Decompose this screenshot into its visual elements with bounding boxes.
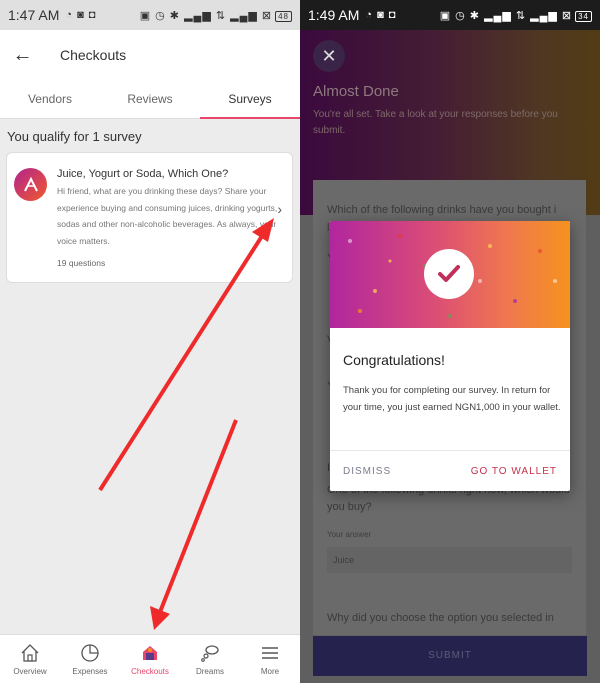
congratulations-dialog: Congratulations! Thank you for completin… [330, 221, 570, 491]
status-bar: 1:47 AM ◔ ◙ ◘ ▣ ◷ ✱ ▂▄▆ ⇅ ▂▄▆ ⊠ 48 [0, 0, 300, 30]
system-icons: ▣ ◷ ✱ ▂▄▆ ⇅ ▂▄▆ ⊠ 48 [140, 9, 292, 22]
survey-logo-icon [14, 168, 47, 201]
status-bar: 1:49 AM ◔ ◙ ◘ ▣ ◷ ✱ ▂▄▆ ⇅ ▂▄▆ ⊠ 34 [300, 0, 600, 30]
pie-chart-icon [81, 644, 99, 662]
menu-icon [262, 647, 278, 659]
checkouts-icon [143, 646, 157, 660]
status-time: 1:49 AM [308, 7, 360, 23]
divider [330, 450, 570, 451]
nav-expenses[interactable]: Expenses [60, 635, 120, 683]
app-bar: ← Checkouts [0, 30, 300, 80]
nav-label: Expenses [72, 667, 108, 676]
answer-field: Juice [327, 547, 572, 573]
nav-label: Checkouts [131, 667, 169, 676]
nav-label: Dreams [195, 667, 224, 676]
question-1: Which of the following drinks have you b… [327, 204, 557, 216]
arrowhead-down [150, 606, 170, 630]
dreams-icon [201, 645, 219, 662]
home-icon [21, 644, 39, 662]
hero-subtitle: You're all set. Take a look at your resp… [313, 109, 558, 136]
nav-overview[interactable]: Overview [0, 635, 60, 683]
chevron-right-icon[interactable]: › [277, 201, 282, 217]
battery-icon: 34 [575, 10, 592, 22]
dialog-title: Congratulations! [343, 352, 445, 368]
survey-card[interactable]: Juice, Yogurt or Soda, Which One? Hi fri… [6, 152, 293, 283]
tab-vendors[interactable]: Vendors [0, 80, 100, 118]
dialog-header [330, 221, 570, 328]
bottom-nav: Overview Expenses Checkouts Dreams More [0, 634, 300, 683]
dismiss-button[interactable]: DISMISS [343, 466, 391, 477]
nav-more[interactable]: More [240, 635, 300, 683]
notification-icons: ◔ ◙ ◘ [365, 9, 397, 21]
tab-bar: Vendors Reviews Surveys [0, 80, 300, 119]
survey-question-count: 19 questions [57, 258, 106, 268]
nav-label: More [260, 667, 280, 676]
back-arrow-icon[interactable]: ← [0, 44, 45, 67]
arrow-to-checkouts [158, 419, 238, 613]
tab-surveys[interactable]: Surveys [200, 80, 300, 119]
notification-icons: ◔ ◙ ◘ [65, 9, 97, 21]
survey-description: Hi friend, what are you drinking these d… [57, 186, 278, 246]
hero-title: Almost Done [313, 83, 399, 100]
survey-title: Juice, Yogurt or Soda, Which One? [57, 168, 229, 180]
system-icons: ▣ ◷ ✱ ▂▄▆ ⇅ ▂▄▆ ⊠ 34 [440, 9, 592, 22]
nav-checkouts[interactable]: Checkouts [120, 635, 180, 683]
qualify-heading: You qualify for 1 survey [7, 129, 142, 144]
go-to-wallet-button[interactable]: GO TO WALLET [471, 466, 557, 477]
status-time: 1:47 AM [8, 7, 60, 23]
submit-button[interactable]: SUBMIT [313, 636, 587, 676]
checkmark-icon [424, 249, 474, 299]
question-4: Why did you choose the option you select… [327, 612, 554, 624]
page-title: Checkouts [60, 47, 127, 63]
answer-label: Your answer [327, 530, 372, 539]
close-icon[interactable]: ✕ [313, 40, 345, 72]
nav-dreams[interactable]: Dreams [180, 635, 240, 683]
battery-icon: 48 [275, 10, 292, 22]
nav-label: Overview [13, 667, 47, 676]
dialog-body: Thank you for completing our survey. In … [343, 385, 561, 413]
left-screen: 1:47 AM ◔ ◙ ◘ ▣ ◷ ✱ ▂▄▆ ⇅ ▂▄▆ ⊠ 48 ← Chec… [0, 0, 300, 683]
tab-reviews[interactable]: Reviews [100, 80, 200, 118]
